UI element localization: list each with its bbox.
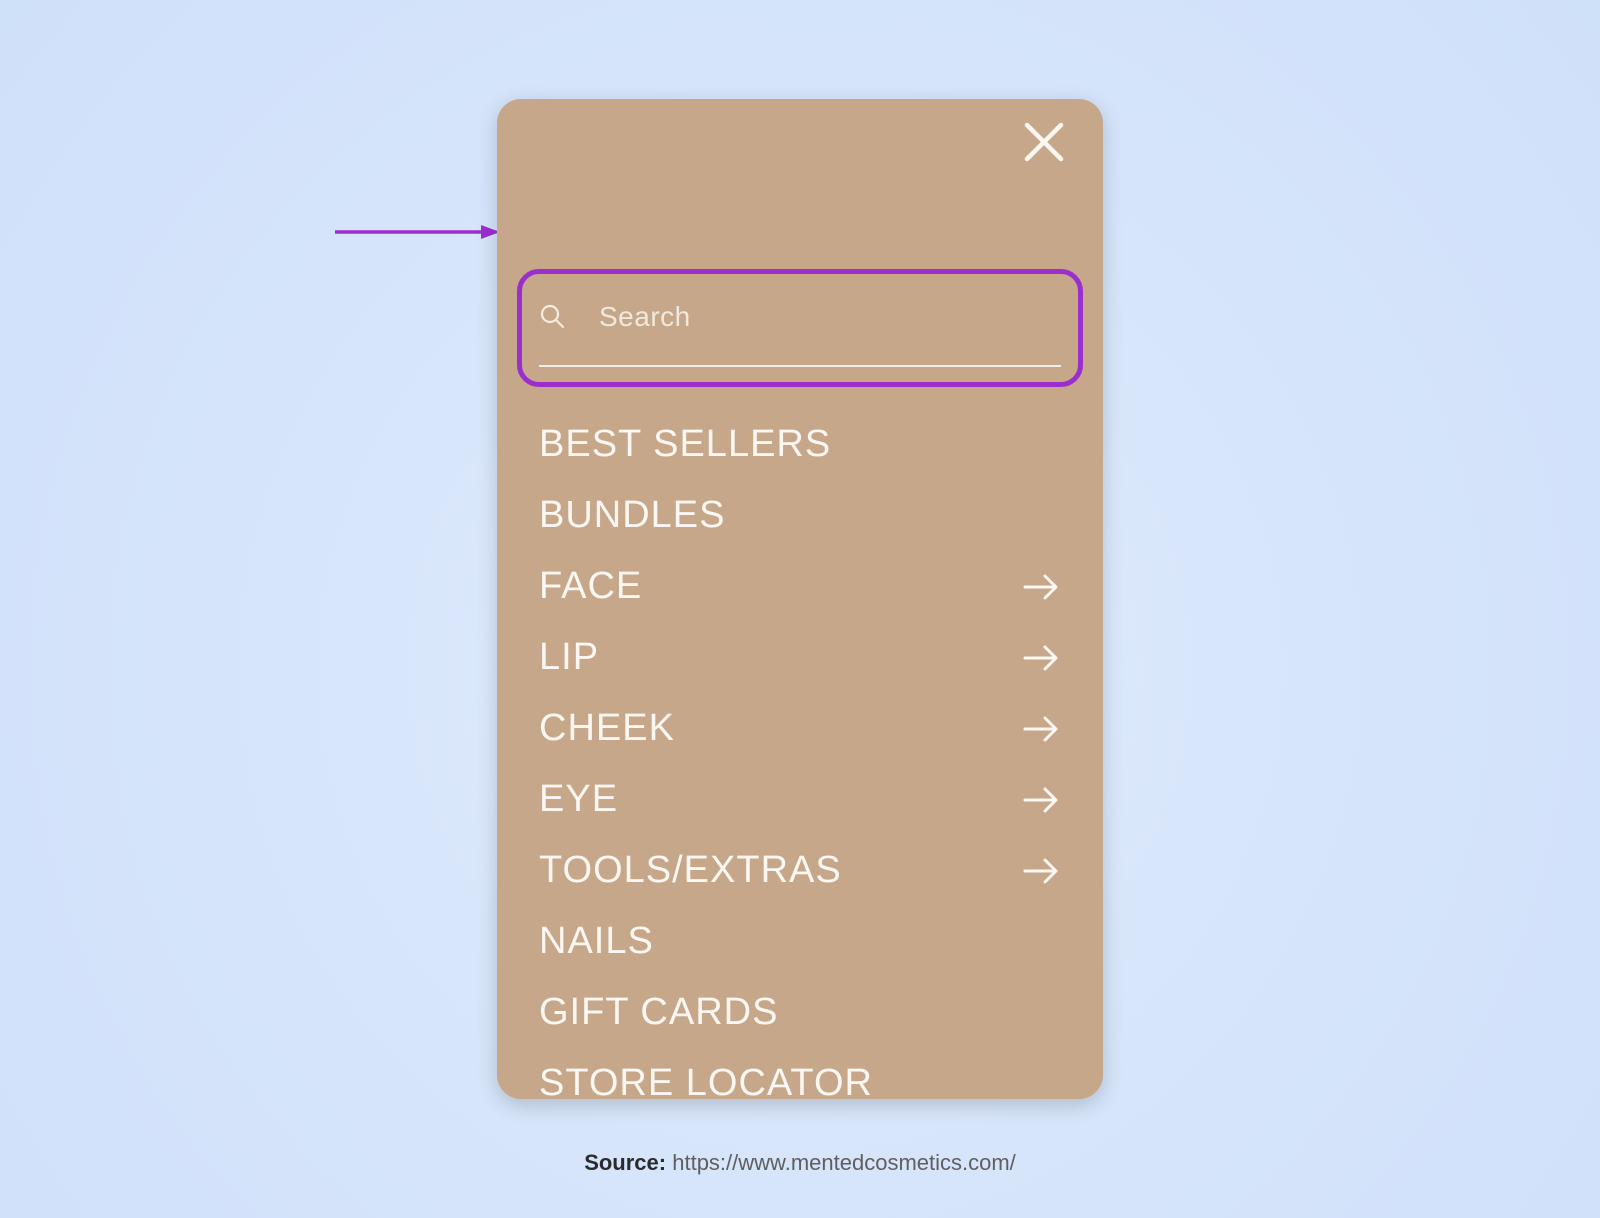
arrow-right-icon — [1021, 638, 1061, 678]
close-button[interactable] — [1021, 119, 1067, 165]
arrow-right-icon — [1021, 851, 1061, 891]
menu-item-label: GIFT CARDS — [539, 991, 778, 1034]
arrow-right-icon — [1021, 709, 1061, 749]
menu-list: BEST SELLERS BUNDLES FACE LIP CHEEK E — [539, 409, 1061, 1099]
menu-item-label: NAILS — [539, 920, 654, 963]
menu-item-face[interactable]: FACE — [539, 551, 1061, 622]
menu-item-label: TOOLS/EXTRAS — [539, 849, 842, 892]
search-icon — [539, 303, 565, 334]
menu-item-gift-cards[interactable]: GIFT CARDS — [539, 977, 1061, 1048]
arrow-right-icon — [1021, 567, 1061, 607]
menu-item-label: LIP — [539, 636, 599, 679]
menu-item-lip[interactable]: LIP — [539, 622, 1061, 693]
close-icon — [1021, 119, 1067, 165]
menu-item-cheek[interactable]: CHEEK — [539, 693, 1061, 764]
menu-item-label: FACE — [539, 565, 642, 608]
menu-item-store-locator[interactable]: STORE LOCATOR — [539, 1048, 1061, 1099]
menu-item-eye[interactable]: EYE — [539, 764, 1061, 835]
arrow-right-icon — [1021, 780, 1061, 820]
source-caption: Source: https://www.mentedcosmetics.com/ — [0, 1150, 1600, 1176]
search-input[interactable] — [599, 301, 1061, 333]
menu-item-label: BEST SELLERS — [539, 423, 831, 466]
search-bar[interactable] — [539, 285, 1061, 367]
menu-item-label: STORE LOCATOR — [539, 1062, 873, 1099]
menu-item-label: BUNDLES — [539, 494, 726, 537]
menu-item-bundles[interactable]: BUNDLES — [539, 480, 1061, 551]
annotation-arrow — [335, 225, 500, 239]
menu-item-label: CHEEK — [539, 707, 675, 750]
mobile-nav-panel: BEST SELLERS BUNDLES FACE LIP CHEEK E — [497, 99, 1103, 1099]
menu-item-best-sellers[interactable]: BEST SELLERS — [539, 409, 1061, 480]
source-url: https://www.mentedcosmetics.com/ — [672, 1150, 1016, 1175]
source-label: Source: — [584, 1150, 666, 1175]
menu-item-tools-extras[interactable]: TOOLS/EXTRAS — [539, 835, 1061, 906]
menu-item-nails[interactable]: NAILS — [539, 906, 1061, 977]
menu-item-label: EYE — [539, 778, 618, 821]
